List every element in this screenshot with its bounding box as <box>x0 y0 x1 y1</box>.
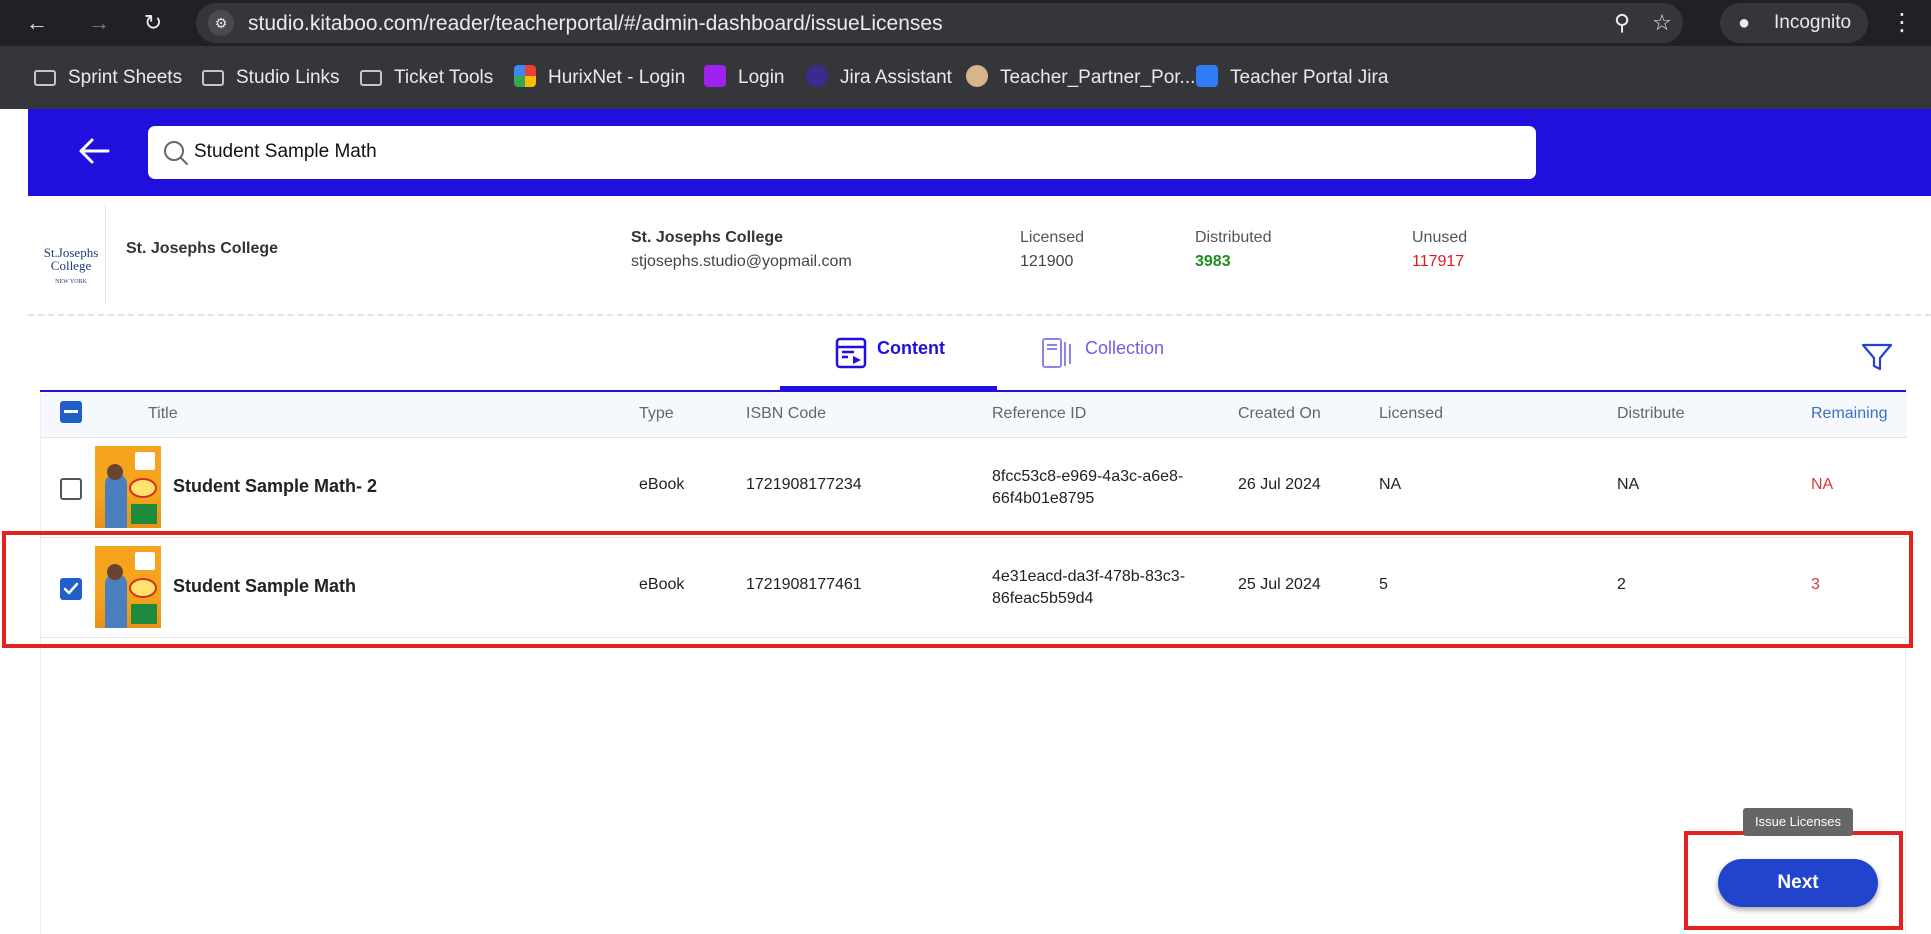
institution-summary: St.Josephs College NEW YORK St. Josephs … <box>28 196 1931 316</box>
browser-menu-icon[interactable]: ⋮ <box>1890 6 1914 40</box>
collection-icon <box>1042 338 1071 368</box>
site-info-icon[interactable]: ⚙ <box>208 10 234 36</box>
row-reference-id: 8fcc53c8-e969-4a3c-a6e8- 66f4b01e8795 <box>992 468 1184 507</box>
bookmark-jira-assistant[interactable]: Jira Assistant <box>806 64 952 90</box>
header-type[interactable]: Type <box>639 405 674 423</box>
content-icon <box>835 337 867 369</box>
table-row[interactable]: Student Sample Math- 2 eBook 17219081772… <box>41 438 1907 538</box>
content-table: Title Type ISBN Code Reference ID Create… <box>40 392 1907 934</box>
bookmark-sprint-sheets[interactable]: Sprint Sheets <box>34 66 182 90</box>
row-title: Student Sample Math- 2 <box>173 476 378 496</box>
issue-licenses-tooltip: Issue Licenses <box>1743 808 1853 836</box>
header-title[interactable]: Title <box>148 405 178 423</box>
incognito-indicator[interactable]: ● Incognito <box>1720 3 1868 43</box>
back-icon[interactable]: ← <box>22 8 52 38</box>
header-licensed[interactable]: Licensed <box>1379 405 1443 423</box>
app-header: Student Sample Math <box>28 109 1931 196</box>
institution-logo: St.Josephs College NEW YORK <box>36 204 106 304</box>
row-remaining: NA <box>1811 476 1834 493</box>
book-cover-image <box>95 446 161 528</box>
browser-toolbar: ← → ↻ ⚙ studio.kitaboo.com/reader/teache… <box>0 0 1931 46</box>
table-header: Title Type ISBN Code Reference ID Create… <box>41 392 1907 438</box>
bookmark-star-icon[interactable]: ☆ <box>1649 10 1675 36</box>
address-bar[interactable]: ⚙ studio.kitaboo.com/reader/teacherporta… <box>196 3 1683 43</box>
bookmark-hurixnet[interactable]: HurixNet - Login <box>514 64 685 90</box>
licensed-label: Licensed <box>1020 229 1085 246</box>
row-isbn: 1721908177234 <box>746 476 862 493</box>
row-type: eBook <box>639 476 685 493</box>
login-favicon <box>704 64 726 87</box>
header-reference-id[interactable]: Reference ID <box>992 405 1086 423</box>
filter-icon[interactable] <box>1860 340 1894 374</box>
search-icon <box>164 141 188 165</box>
header-isbn[interactable]: ISBN Code <box>746 405 826 423</box>
folder-icon <box>360 69 382 86</box>
row-created-on: 26 Jul 2024 <box>1238 476 1321 493</box>
url-text: studio.kitaboo.com/reader/teacherportal/… <box>248 12 943 35</box>
next-button[interactable]: Next <box>1718 859 1878 907</box>
zoom-icon[interactable]: ⚲ <box>1609 10 1635 36</box>
folder-icon <box>34 69 56 86</box>
jira-favicon <box>1196 64 1218 87</box>
bookmark-studio-links[interactable]: Studio Links <box>202 66 340 90</box>
bookmarks-bar: Sprint Sheets Studio Links Ticket Tools … <box>0 46 1931 109</box>
row-checkbox[interactable] <box>60 478 82 500</box>
jira-assistant-favicon <box>806 64 828 87</box>
tab-content[interactable]: Content <box>780 336 997 390</box>
folder-icon <box>202 69 224 86</box>
contact-email: stjosephs.studio@yopmail.com <box>631 253 852 270</box>
forward-icon[interactable]: → <box>84 8 114 38</box>
header-distribute[interactable]: Distribute <box>1617 405 1685 423</box>
contact-name: St. Josephs College <box>631 229 784 246</box>
unused-label: Unused <box>1412 229 1468 246</box>
tab-collection[interactable]: Collection <box>1040 336 1200 390</box>
selected-row-highlight <box>2 531 1913 648</box>
distributed-label: Distributed <box>1195 229 1272 246</box>
bookmark-ticket-tools[interactable]: Ticket Tools <box>360 66 493 90</box>
header-remaining[interactable]: Remaining <box>1811 405 1887 423</box>
search-value: Student Sample Math <box>194 141 377 162</box>
incognito-icon: ● <box>1738 12 1751 34</box>
reload-icon[interactable]: ↻ <box>138 8 168 38</box>
licensed-value: 121900 <box>1020 253 1074 270</box>
back-arrow-icon[interactable] <box>74 131 114 171</box>
select-all-checkbox[interactable] <box>60 401 82 423</box>
header-created-on[interactable]: Created On <box>1238 405 1321 423</box>
bookmark-teacher-partner[interactable]: Teacher_Partner_Por... <box>966 64 1195 90</box>
distributed-value: 3983 <box>1195 253 1231 270</box>
institution-name: St. Josephs College <box>126 240 279 257</box>
bookmark-teacher-portal-jira[interactable]: Teacher Portal Jira <box>1196 64 1388 90</box>
row-licensed: NA <box>1379 476 1402 493</box>
search-input[interactable]: Student Sample Math <box>148 126 1536 179</box>
unused-value: 117917 <box>1412 253 1465 270</box>
hurix-favicon <box>514 64 536 87</box>
teacher-partner-favicon <box>966 64 988 87</box>
close-icon[interactable] <box>1502 131 1542 171</box>
bookmark-login[interactable]: Login <box>704 64 785 90</box>
row-distribute: NA <box>1617 476 1640 493</box>
